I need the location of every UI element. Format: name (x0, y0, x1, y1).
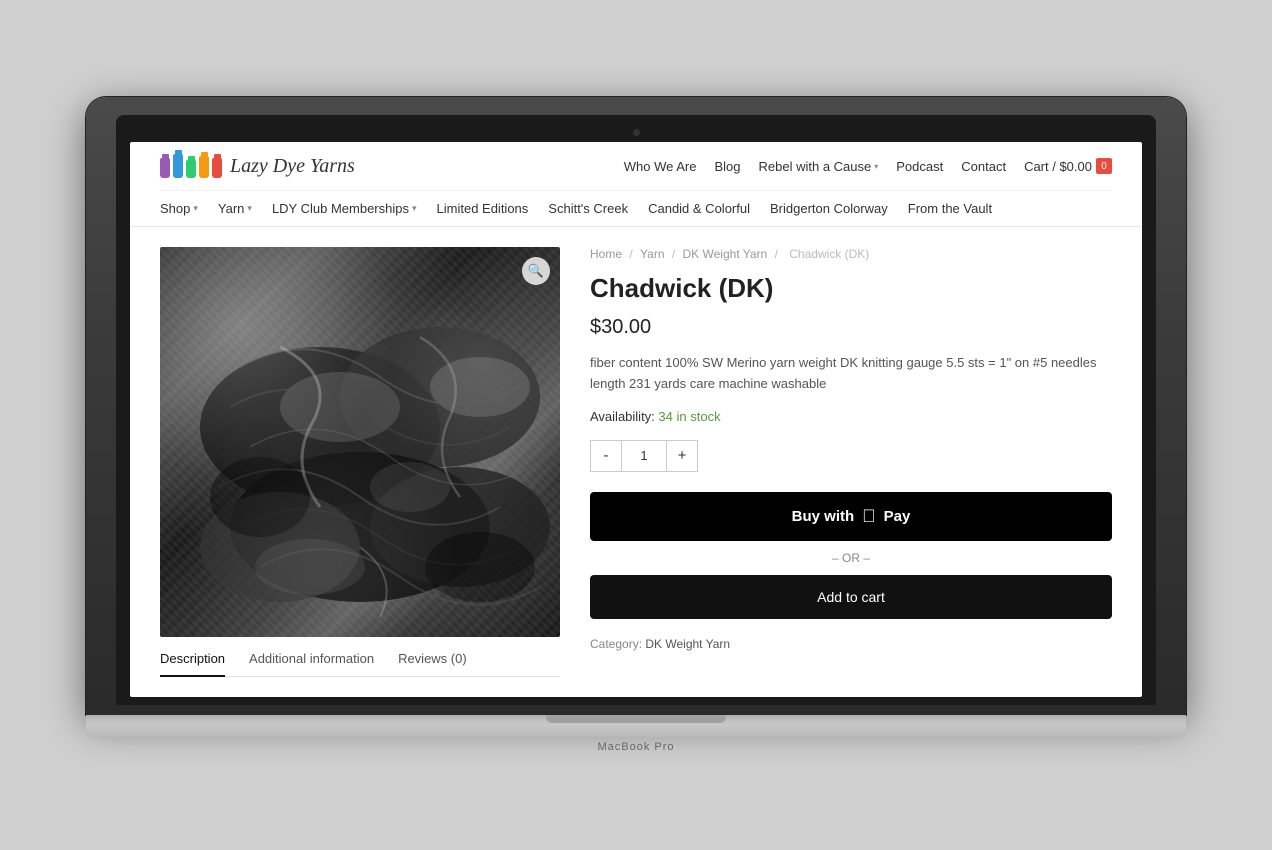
nav-bridgerton[interactable]: Bridgerton Colorway (770, 201, 888, 216)
bottle-blue (173, 154, 183, 178)
browser-screen: Lazy Dye Yarns Who We Are Blog Rebel wit… (130, 142, 1142, 697)
nav-rebel-with-cause[interactable]: Rebel with a Cause ▾ (759, 159, 879, 174)
nav-rebel-label[interactable]: Rebel with a Cause (759, 159, 872, 174)
product-price: $30.00 (590, 316, 1112, 339)
laptop-base (86, 715, 1186, 737)
camera (633, 129, 640, 136)
breadcrumb-current: Chadwick (DK) (789, 247, 869, 261)
cart-label: Cart / $0.00 (1024, 159, 1092, 174)
product-info: Home / Yarn / DK Weight Yarn / Chadwick … (590, 247, 1112, 677)
nav-yarn-label[interactable]: Yarn (218, 201, 245, 216)
nav-contact[interactable]: Contact (961, 159, 1006, 174)
tab-additional-info[interactable]: Additional information (249, 651, 374, 672)
nav-podcast[interactable]: Podcast (896, 159, 943, 174)
category-info: Category: DK Weight Yarn (590, 637, 1112, 651)
nav-schitts-creek[interactable]: Schitt's Creek (548, 201, 628, 216)
nav-candid-colorful[interactable]: Candid & Colorful (648, 201, 750, 216)
tab-nav: Description Additional information Revie… (160, 651, 560, 677)
nav-ldy-club[interactable]: LDY Club Memberships ▾ (272, 201, 417, 216)
breadcrumb: Home / Yarn / DK Weight Yarn / Chadwick … (590, 247, 1112, 261)
nav-ldy-club-label[interactable]: LDY Club Memberships (272, 201, 409, 216)
yarn-arrow-icon: ▾ (247, 203, 252, 214)
bottle-orange (199, 156, 209, 178)
product-image (160, 247, 560, 637)
cart-badge: 0 (1096, 158, 1112, 174)
product-title: Chadwick (DK) (590, 273, 1112, 304)
availability: Availability: 34 in stock (590, 409, 1112, 424)
secondary-nav: Shop ▾ Yarn ▾ LDY Club Memberships ▾ Lim… (160, 190, 1112, 226)
logo-text: Lazy Dye Yarns (230, 155, 355, 178)
breadcrumb-home[interactable]: Home (590, 247, 622, 261)
breadcrumb-sep-2: / (672, 247, 679, 261)
tab-reviews[interactable]: Reviews (0) (398, 651, 467, 672)
nav-yarn[interactable]: Yarn ▾ (218, 201, 252, 216)
availability-value: 34 in stock (658, 409, 720, 424)
product-page: 🔍 Description Additional information Rev… (130, 227, 1142, 697)
availability-label: Availability: (590, 409, 655, 424)
tab-description[interactable]: Description (160, 651, 225, 677)
quantity-controls: - + (590, 440, 1112, 472)
nav-who-we-are[interactable]: Who We Are (624, 159, 697, 174)
rebel-dropdown-icon: ▾ (874, 162, 878, 171)
nav-blog[interactable]: Blog (714, 159, 740, 174)
top-nav: Lazy Dye Yarns Who We Are Blog Rebel wit… (160, 142, 1112, 190)
ldy-arrow-icon: ▾ (412, 203, 417, 214)
breadcrumb-sep-1: / (629, 247, 636, 261)
breadcrumb-yarn[interactable]: Yarn (640, 247, 664, 261)
nav-from-vault[interactable]: From the Vault (908, 201, 992, 216)
add-to-cart-button[interactable]: Add to cart (590, 575, 1112, 619)
logo[interactable]: Lazy Dye Yarns (160, 154, 355, 178)
category-value[interactable]: DK Weight Yarn (645, 637, 730, 651)
category-label: Category: (590, 637, 642, 651)
site-header: Lazy Dye Yarns Who We Are Blog Rebel wit… (130, 142, 1142, 227)
buy-apple-pay-button[interactable]: Buy with  Pay (590, 492, 1112, 541)
macbook-label: MacBook Pro (86, 741, 1186, 753)
yarn-svg (160, 247, 560, 637)
nav-shop[interactable]: Shop ▾ (160, 201, 198, 216)
quantity-decrease-button[interactable]: - (590, 440, 622, 472)
cart-count: 0 (1101, 161, 1107, 172)
breadcrumb-sep-3: / (775, 247, 782, 261)
bottle-red (212, 158, 222, 178)
product-description: fiber content 100% SW Merino yarn weight… (590, 353, 1112, 395)
bottle-purple (160, 158, 170, 178)
main-nav: Who We Are Blog Rebel with a Cause ▾ Pod… (624, 158, 1112, 174)
bottle-green (186, 160, 196, 178)
or-divider: – OR – (590, 551, 1112, 565)
quantity-input[interactable] (622, 440, 666, 472)
cart-button[interactable]: Cart / $0.00 0 (1024, 158, 1112, 174)
shop-arrow-icon: ▾ (193, 203, 198, 214)
logo-bottles (160, 154, 222, 178)
quantity-increase-button[interactable]: + (666, 440, 698, 472)
zoom-button[interactable]: 🔍 (522, 257, 550, 285)
product-image-area: 🔍 Description Additional information Rev… (160, 247, 560, 677)
nav-shop-label[interactable]: Shop (160, 201, 190, 216)
nav-limited-editions[interactable]: Limited Editions (437, 201, 529, 216)
breadcrumb-dk-weight[interactable]: DK Weight Yarn (683, 247, 768, 261)
